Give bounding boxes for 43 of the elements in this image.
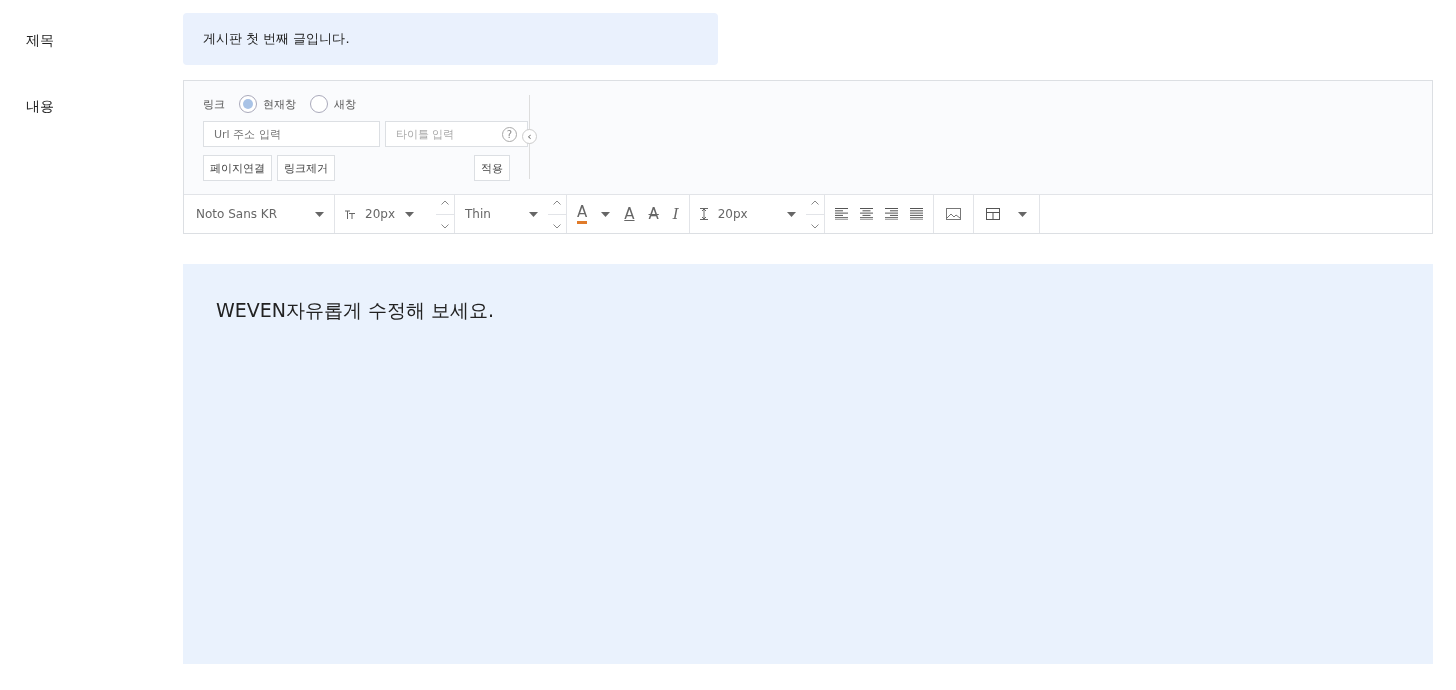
step-up-icon[interactable]: [441, 199, 449, 205]
image-icon[interactable]: [945, 208, 961, 220]
justify-icon[interactable]: [909, 208, 923, 220]
line-height-dropdown[interactable]: 20px: [717, 207, 748, 221]
caret-icon: [1017, 211, 1027, 217]
underline-button[interactable]: A: [624, 206, 635, 222]
link-button[interactable]: 페이지연결: [203, 155, 272, 181]
color-button[interactable]: A: [577, 204, 588, 224]
url-input[interactable]: Url 주소 입력: [203, 121, 380, 147]
radio-label: 현재창: [263, 96, 296, 112]
step-down-icon[interactable]: [441, 223, 449, 229]
font-dropdown[interactable]: Noto Sans KR: [196, 207, 278, 221]
title-input[interactable]: 타이틀 입력 ?: [385, 121, 528, 147]
step-up-icon[interactable]: [553, 199, 561, 205]
font-size-icon: [345, 209, 355, 219]
radio-button[interactable]: [310, 95, 328, 113]
align-left-icon[interactable]: [834, 208, 848, 220]
strike-button[interactable]: A: [648, 206, 659, 222]
link-button[interactable]: 링크제거: [277, 155, 335, 181]
line-height-icon: [699, 208, 708, 220]
font-weight-dropdown[interactable]: Thin: [465, 207, 491, 221]
caret-icon: [405, 211, 414, 217]
caret-icon: [529, 211, 538, 217]
caret-icon: [315, 211, 324, 217]
step-down-icon[interactable]: [553, 223, 561, 229]
field-label: 내용: [25, 97, 55, 116]
table-icon[interactable]: [985, 208, 1000, 220]
field-label: 제목: [25, 31, 55, 50]
caret-icon: [601, 211, 611, 217]
apply-button[interactable]: 적용: [474, 155, 510, 181]
body-text: WEVEN자유롭게 수정해 보세요.: [216, 298, 496, 323]
radio-label: 새창: [334, 96, 356, 112]
editor-area[interactable]: WEVEN자유롭게 수정해 보세요.: [183, 264, 1433, 664]
title-field[interactable]: 게시판 첫 번째 글입니다.: [183, 13, 718, 65]
link-label: 링크: [203, 96, 225, 112]
caret-icon: [786, 211, 796, 217]
italic-button[interactable]: I: [672, 206, 679, 222]
font-size-dropdown[interactable]: 20px: [365, 207, 395, 221]
align-right-icon[interactable]: [884, 208, 898, 220]
radio-button[interactable]: [239, 95, 257, 113]
step-up-icon[interactable]: [810, 199, 819, 205]
align-center-icon[interactable]: [859, 208, 873, 220]
step-down-icon[interactable]: [810, 223, 819, 229]
